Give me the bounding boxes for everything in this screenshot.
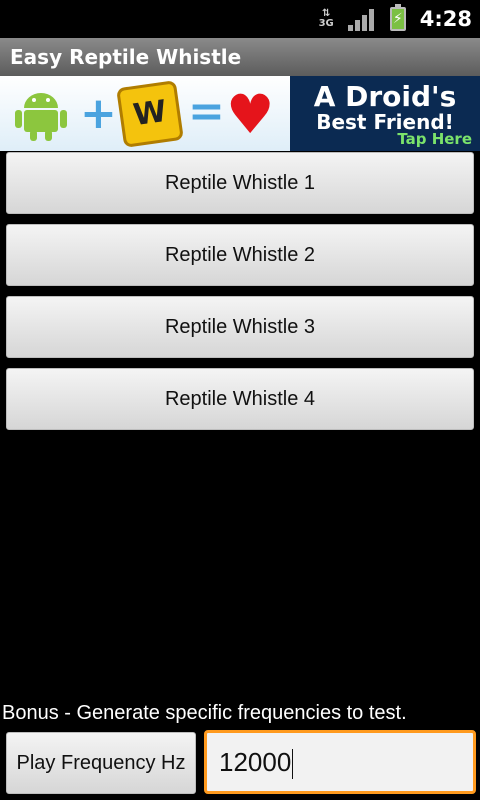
ad-right-panel: A Droid's Best Friend! Tap Here (290, 76, 480, 151)
android-robot-icon (15, 93, 67, 141)
heart-icon: ♥ (226, 83, 275, 146)
ad-tap-here: Tap Here (397, 130, 472, 148)
clock: 4:28 (419, 7, 472, 31)
word-tile-icon: W (116, 80, 184, 148)
reptile-whistle-4-button[interactable]: Reptile Whistle 4 (6, 368, 474, 430)
app-title: Easy Reptile Whistle (10, 45, 242, 69)
status-bar: ⇅ 3G ⚡ 4:28 (0, 0, 480, 38)
bonus-label: Bonus - Generate specific frequencies to… (2, 702, 407, 724)
battery-charging-icon: ⚡ (389, 4, 406, 31)
ad-left-panel: + W = ♥ (0, 76, 290, 151)
network-3g-icon: ⇅ 3G (318, 8, 334, 29)
frequency-input[interactable]: 12000 (204, 730, 476, 794)
reptile-whistle-2-button[interactable]: Reptile Whistle 2 (6, 224, 474, 286)
reptile-whistle-3-button[interactable]: Reptile Whistle 3 (6, 296, 474, 358)
plus-icon: + (80, 88, 117, 139)
equals-icon: = (188, 86, 225, 137)
ad-banner[interactable]: + W = ♥ A Droid's Best Friend! Tap Here (0, 76, 480, 151)
text-cursor (292, 749, 294, 780)
app-title-bar: Easy Reptile Whistle (0, 38, 480, 76)
frequency-value: 12000 (219, 747, 292, 777)
ad-headline: A Droid's (313, 80, 457, 113)
reptile-whistle-1-button[interactable]: Reptile Whistle 1 (6, 152, 474, 214)
play-frequency-button[interactable]: Play Frequency Hz (6, 732, 196, 794)
signal-strength-icon (347, 7, 376, 31)
